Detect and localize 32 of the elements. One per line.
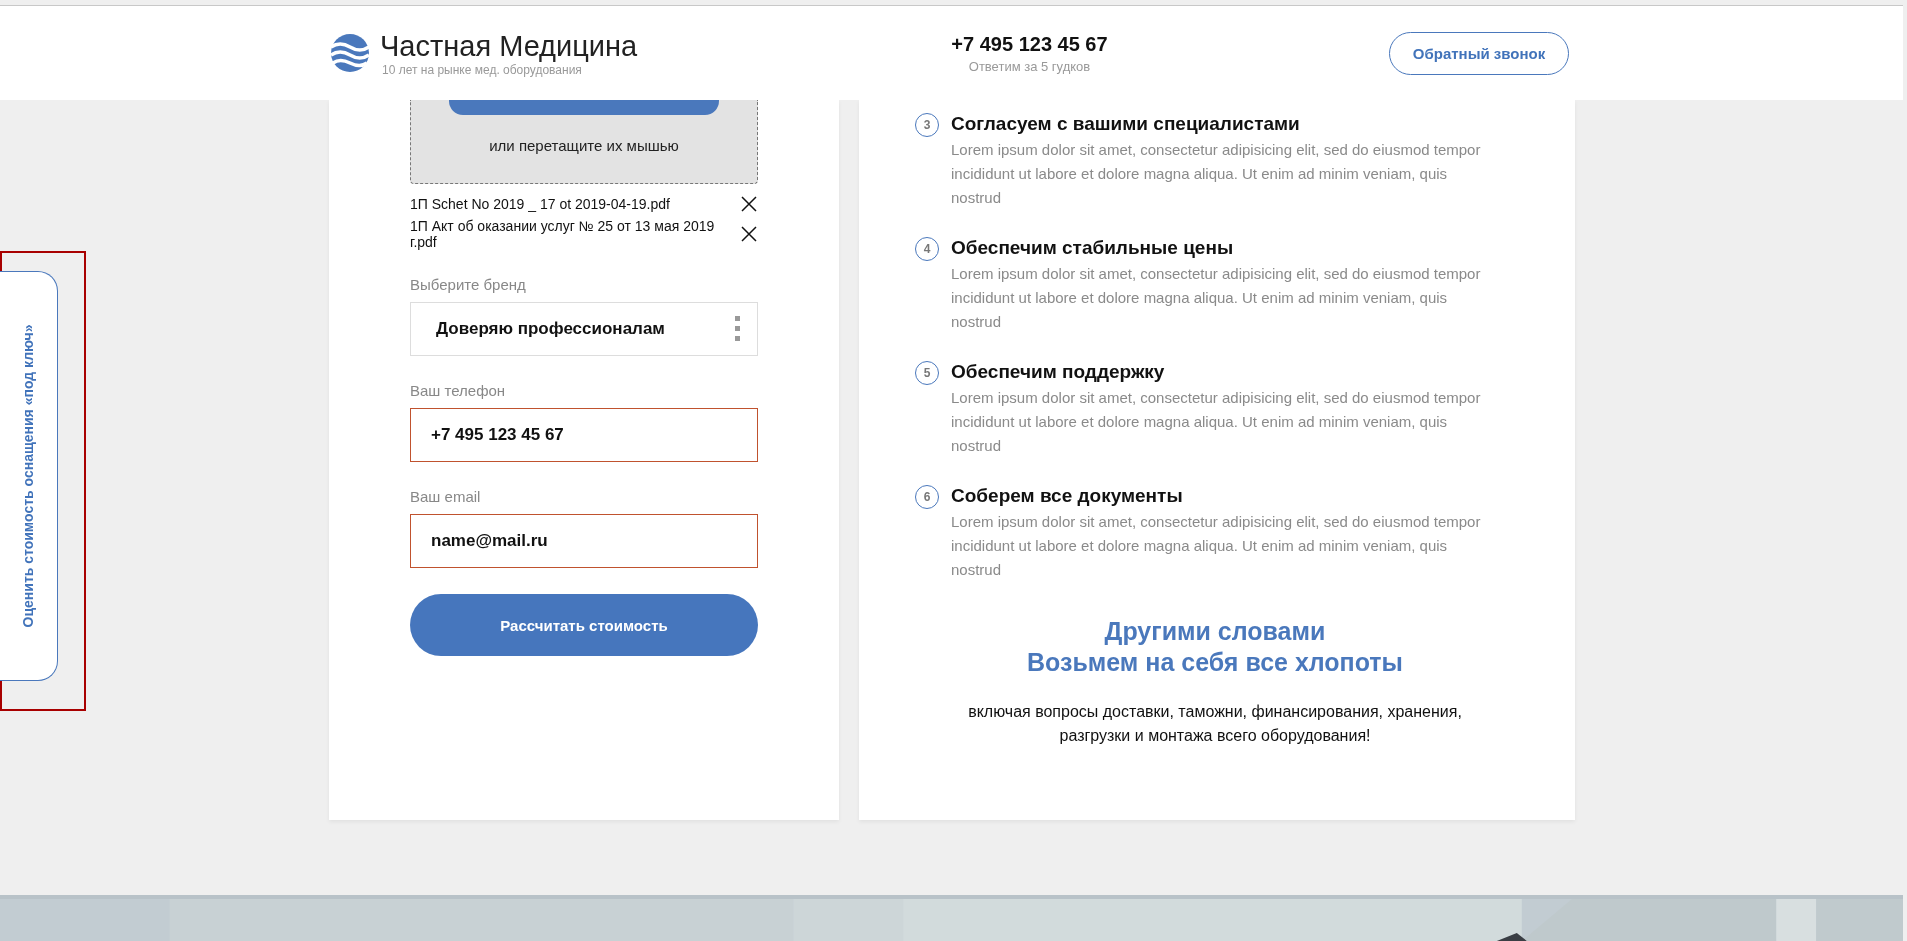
close-icon[interactable]: [741, 226, 757, 242]
input-field[interactable]: name@mail.ru: [410, 514, 758, 568]
drop-zone[interactable]: или перетащите их мышью: [410, 100, 758, 184]
close-icon[interactable]: [741, 196, 757, 212]
file-name: 1П Акт об оказании услуг № 25 от 13 мая 2019 г.pdf: [410, 218, 716, 250]
step-text: Lorem ipsum dolor sit amet, consectetur adipisicing elit, sed do eiusmod tempor incididunt ut labore et dolore magna aliqua. Ut enim ad minim veniam, quis nostrud: [951, 512, 1482, 580]
phone-number[interactable]: +7 495 123 45 67: [951, 32, 1108, 56]
step-title: Соберем все документы: [951, 484, 1184, 508]
step-text: Lorem ipsum dolor sit amet, consectetur adipisicing elit, sed do eiusmod tempor incididunt ut labore et dolore magna aliqua. Ut enim ad minim veniam, quis nostrud: [951, 140, 1482, 208]
summary-text: включая вопросы доставки, таможни, финансирования, хранения, разгрузки и монтажа всего оборудования!: [967, 702, 1463, 746]
brand-select[interactable]: Доверяю профессионалам: [410, 302, 758, 356]
summary-heading: Другими словами: [1104, 616, 1326, 647]
step-title: Обеспечим поддержку: [951, 360, 1166, 384]
field-label: Ваш email: [410, 488, 482, 505]
side-tab[interactable]: Оценить стоимость оснащения «под ключ»: [0, 271, 58, 681]
submit-button[interactable]: Рассчитать стоимость: [410, 594, 758, 656]
more-icon[interactable]: [735, 316, 741, 342]
logo-subtitle: 10 лет на рынке мед. оборудования: [382, 63, 583, 77]
step-text: Lorem ipsum dolor sit amet, consectetur adipisicing elit, sed do eiusmod tempor incididunt ut labore et dolore magna aliqua. Ut enim ad minim veniam, quis nostrud: [951, 264, 1482, 332]
summary-heading: Возьмем на себя все хлопоты: [1027, 647, 1403, 678]
input-field[interactable]: +7 495 123 45 67: [410, 408, 758, 462]
phone-note: Ответим за 5 гудков: [968, 58, 1091, 74]
field-label: Выберите бренд: [410, 276, 527, 293]
step-text: Lorem ipsum dolor sit amet, consectetur adipisicing elit, sed do eiusmod tempor incididunt ut labore et dolore magna aliqua. Ut enim ad minim veniam, quis nostrud: [951, 388, 1482, 456]
drop-hint: или перетащите их мышью: [489, 137, 679, 154]
callback-button[interactable]: Обратный звонок: [1389, 31, 1569, 75]
field-label: Ваш телефон: [410, 382, 507, 399]
step-title: Согласуем с вашими специалистами: [951, 112, 1301, 136]
step-title: Обеспечим стабильные цены: [951, 236, 1235, 260]
file-name: 1П Schet No 2019 _ 17 ot 2019-04-19.pdf: [410, 196, 670, 212]
logo-icon: [330, 33, 370, 73]
logo-title: Частная Медицина: [380, 29, 638, 63]
